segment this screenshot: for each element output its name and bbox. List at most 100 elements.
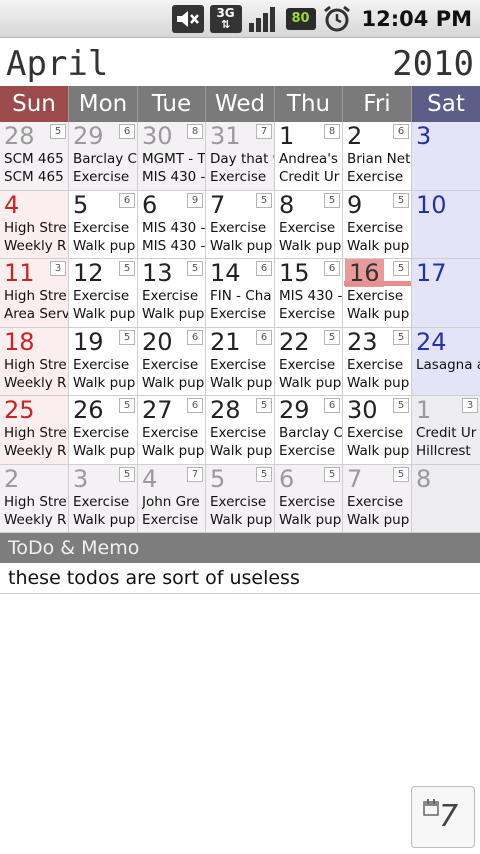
day-cell[interactable]: 10 — [412, 190, 480, 259]
day-cell[interactable]: 9 5 Exercise Walk pup — [343, 190, 412, 259]
day-cell[interactable]: 8 5 Exercise Walk pup — [275, 190, 343, 259]
event-title: Walk pup — [347, 237, 410, 254]
week-row: 11 3 High Stre Area Serv 12 5 Exercise Walk pup… — [0, 259, 480, 328]
day-cell[interactable]: 30 5 Exercise Walk pup — [343, 396, 412, 465]
day-cell[interactable]: 8 — [412, 464, 480, 533]
day-number: 29 — [73, 122, 104, 150]
day-cell[interactable]: 13 5 Exercise Walk pup — [138, 259, 206, 328]
weekday-sun: Sun — [0, 86, 69, 122]
day-cell[interactable]: 18 High Stre Weekly R — [0, 327, 69, 396]
day-cell[interactable]: 21 6 Exercise Walk pup — [206, 327, 275, 396]
day-cell[interactable]: 2 High Stre Weekly R — [0, 464, 69, 533]
day-cell[interactable]: 12 5 Exercise Walk pup — [69, 259, 138, 328]
day-cell[interactable]: 23 5 Exercise Walk pup — [343, 327, 412, 396]
day-number: 8 — [279, 190, 295, 219]
day-number: 9 — [347, 190, 363, 219]
day-cell[interactable]: 16 5 Exercise Walk pup — [343, 259, 412, 328]
event-title: Exercise — [210, 306, 267, 322]
event-title: Walk pup — [210, 443, 273, 459]
day-cell[interactable]: 2 6 Brian Net Exercise — [343, 122, 412, 191]
event-title: Walk pup — [73, 306, 136, 322]
day-cell[interactable]: 11 3 High Stre Area Serv — [0, 259, 69, 328]
weekday-sat: Sat — [412, 86, 480, 122]
event-count-badge: 3 — [462, 398, 478, 413]
day-cell[interactable]: 15 6 MIS 430 - Exercise — [275, 259, 343, 328]
day-number: 12 — [73, 259, 104, 287]
day-number: 1 — [279, 122, 295, 150]
event-count-badge: 5 — [256, 398, 272, 413]
day-number: 30 — [142, 122, 173, 150]
event-title: Weekly R — [4, 374, 67, 391]
event-count-badge: 5 — [256, 192, 272, 208]
day-cell[interactable]: 31 7 Day that w Exercise — [206, 122, 275, 191]
event-title: Exercise — [73, 169, 130, 185]
month-grid: 28 5 SCM 465 SCM 465 29 6 Barclay C Exercise 30 8… — [0, 122, 480, 533]
event-count-badge: 9 — [187, 192, 203, 208]
day-cell[interactable]: 6 5 Exercise Walk pup — [275, 464, 343, 533]
day-cell[interactable]: 19 5 Exercise Walk pup — [69, 327, 138, 396]
day-cell[interactable]: 1 3 Credit Ur Hillcrest — [412, 396, 480, 465]
event-count-badge: 6 — [187, 398, 203, 413]
status-time: 12:04 PM — [361, 6, 472, 31]
day-cell[interactable]: 7 5 Exercise Walk pup — [206, 190, 275, 259]
day-number: 11 — [4, 259, 35, 287]
day-number: 28 — [4, 122, 35, 150]
event-title: Exercise — [210, 169, 267, 185]
event-title: Exercise — [142, 511, 199, 528]
year-title[interactable]: 2010 — [392, 44, 474, 84]
day-number: 4 — [4, 190, 20, 219]
go-to-today-button[interactable]: 7 — [411, 786, 475, 848]
event-title: Exercise — [347, 219, 404, 236]
day-number: 5 — [210, 464, 226, 493]
event-title: Walk pup — [73, 374, 136, 391]
event-title: Andrea's — [279, 151, 338, 167]
event-title: Walk pup — [73, 237, 136, 254]
event-title: Walk pup — [210, 374, 273, 391]
day-cell[interactable]: 30 8 MGMT - T MIS 430 - — [138, 122, 206, 191]
event-title: Walk pup — [142, 306, 205, 322]
event-count-badge: 6 — [256, 261, 272, 276]
calendar-header: April 2010 — [0, 40, 480, 86]
event-title: Exercise — [73, 356, 130, 373]
event-title: Walk pup — [279, 237, 342, 254]
day-cell[interactable]: 17 — [412, 259, 480, 328]
event-title: MGMT - T — [142, 151, 206, 167]
day-cell[interactable]: 29 6 Barclay C Exercise — [275, 396, 343, 465]
event-title: Exercise — [142, 425, 199, 441]
day-cell[interactable]: 26 5 Exercise Walk pup — [69, 396, 138, 465]
day-cell[interactable]: 22 5 Exercise Walk pup — [275, 327, 343, 396]
day-number: 30 — [347, 396, 378, 424]
day-cell[interactable]: 24 Lasagna a — [412, 327, 480, 396]
day-cell[interactable]: 6 9 MIS 430 - MIS 430 - — [138, 190, 206, 259]
event-title: Exercise — [347, 493, 404, 510]
day-cell[interactable]: 4 7 John Gre Exercise — [138, 464, 206, 533]
day-cell[interactable]: 1 8 Andrea's Credit Ur — [275, 122, 343, 191]
day-cell[interactable]: 20 6 Exercise Walk pup — [138, 327, 206, 396]
event-count-badge: 8 — [187, 124, 203, 139]
day-cell[interactable]: 3 — [412, 122, 480, 191]
day-cell[interactable]: 28 5 Exercise Walk pup — [206, 396, 275, 465]
month-title[interactable]: April — [6, 44, 108, 84]
day-cell[interactable]: 27 6 Exercise Walk pup — [138, 396, 206, 465]
day-number: 18 — [4, 327, 35, 356]
day-number: 16 — [345, 259, 384, 287]
event-title: John Gre — [142, 493, 200, 510]
day-cell[interactable]: 14 6 FIN - Cha Exercise — [206, 259, 275, 328]
event-count-badge: 6 — [187, 329, 203, 345]
event-title: Exercise — [73, 425, 130, 441]
day-cell[interactable]: 28 5 SCM 465 SCM 465 — [0, 122, 69, 191]
day-cell[interactable]: 7 5 Exercise Walk pup — [343, 464, 412, 533]
day-cell[interactable]: 25 High Stre Weekly R — [0, 396, 69, 465]
week-row: 18 High Stre Weekly R 19 5 Exercise Walk pup 20… — [0, 327, 480, 396]
day-cell[interactable]: 29 6 Barclay C Exercise — [69, 122, 138, 191]
event-title: Exercise — [210, 356, 267, 373]
day-cell[interactable]: 5 5 Exercise Walk pup — [206, 464, 275, 533]
weekday-header: Sun Mon Tue Wed Thu Fri Sat — [0, 86, 480, 122]
day-cell[interactable]: 5 6 Exercise Walk pup — [69, 190, 138, 259]
day-cell[interactable]: 4 High Stre Weekly R — [0, 190, 69, 259]
event-title: MIS 430 - — [142, 219, 206, 236]
event-count-badge: 6 — [256, 329, 272, 345]
day-cell[interactable]: 3 5 Exercise Walk pup — [69, 464, 138, 533]
weekday-thu: Thu — [275, 86, 343, 122]
todo-item[interactable]: these todos are sort of useless — [0, 563, 480, 594]
